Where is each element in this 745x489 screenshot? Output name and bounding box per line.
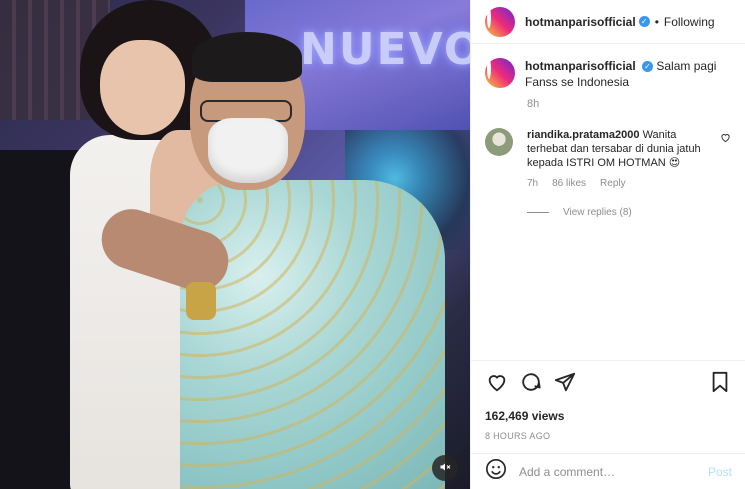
- comment-time: 7h: [527, 178, 539, 189]
- post-header: hotmanparisofficial ✓ • Following: [471, 0, 745, 44]
- comment-button[interactable]: [519, 371, 543, 395]
- woman-face: [100, 40, 185, 135]
- comment-username[interactable]: riandika.pratama2000: [527, 129, 640, 141]
- separator-dot: •: [654, 14, 659, 29]
- bookmark-icon: [709, 371, 731, 396]
- post-actions: 162,469 views 8 HOURS AGO: [471, 360, 745, 441]
- share-icon: [554, 371, 576, 396]
- comment-icon: [520, 371, 542, 396]
- author-username[interactable]: hotmanparisofficial: [525, 15, 636, 29]
- add-comment-bar: Post: [471, 453, 745, 489]
- mute-icon: [439, 461, 451, 476]
- emoji-icon[interactable]: [485, 458, 507, 485]
- verified-badge-icon: ✓: [642, 61, 654, 73]
- post-comment-button[interactable]: Post: [708, 465, 732, 479]
- comment-reply-button[interactable]: Reply: [600, 178, 626, 189]
- verified-badge-icon: ✓: [638, 16, 650, 27]
- commenter-avatar[interactable]: [485, 128, 513, 156]
- author-avatar[interactable]: [485, 6, 515, 37]
- comments-section: hotmanparisofficial ✓ Salam pagi Fanss s…: [471, 44, 745, 364]
- view-count[interactable]: 162,469 views: [485, 409, 732, 423]
- neon-sign-text: NUEVO: [300, 24, 470, 75]
- action-icons-row: [485, 371, 732, 395]
- comment-item: riandika.pratama2000 Wanita terhebat dan…: [485, 128, 731, 170]
- post-video[interactable]: NUEVO: [0, 0, 470, 489]
- comment-meta: 7h 86 likes Reply: [527, 178, 731, 189]
- mute-button[interactable]: [432, 455, 458, 481]
- share-button[interactable]: [553, 371, 577, 395]
- comment-likes[interactable]: 86 likes: [552, 178, 586, 189]
- man-jacket: [180, 180, 445, 489]
- caption-author-avatar[interactable]: [485, 58, 515, 88]
- save-button[interactable]: [708, 371, 732, 395]
- face-mask: [208, 118, 288, 183]
- man-hair: [192, 32, 302, 82]
- post-timestamp: 8 HOURS AGO: [485, 431, 551, 441]
- caption-username[interactable]: hotmanparisofficial: [525, 59, 636, 73]
- comment-like-heart-icon[interactable]: [720, 132, 731, 146]
- like-button[interactable]: [485, 371, 509, 395]
- heart-icon: [486, 371, 508, 396]
- post-side-panel: hotmanparisofficial ✓ • Following hotman…: [470, 0, 745, 489]
- following-button[interactable]: Following: [664, 15, 715, 29]
- caption-body: hotmanparisofficial ✓ Salam pagi Fanss s…: [525, 58, 731, 90]
- view-replies-button[interactable]: View replies (8): [527, 207, 731, 218]
- gold-watch: [186, 282, 216, 320]
- replies-divider: [527, 212, 549, 213]
- caption-time: 8h: [527, 98, 540, 110]
- caption-row: hotmanparisofficial ✓ Salam pagi Fanss s…: [485, 58, 731, 90]
- view-replies-label: View replies (8): [563, 207, 632, 218]
- comment-body: riandika.pratama2000 Wanita terhebat dan…: [527, 128, 707, 170]
- comment-input[interactable]: [519, 464, 708, 479]
